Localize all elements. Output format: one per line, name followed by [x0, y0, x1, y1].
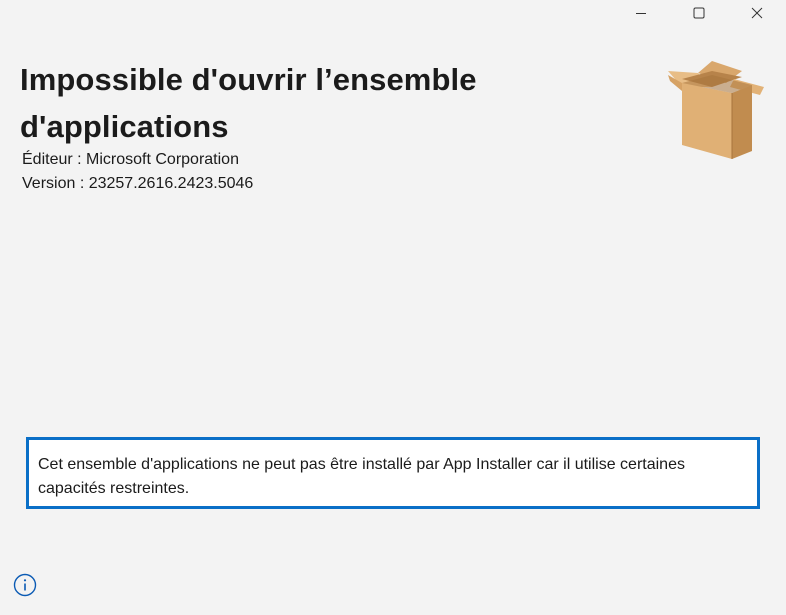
open-cardboard-box-icon [668, 61, 764, 159]
window-caption-controls [612, 0, 786, 26]
info-button[interactable] [12, 572, 38, 598]
app-installer-window: Impossible d'ouvrir l’ensemble d'applica… [0, 0, 786, 615]
page-title: Impossible d'ouvrir l’ensemble d'applica… [20, 62, 477, 144]
minimize-button[interactable] [612, 0, 670, 26]
error-message-text: Cet ensemble d'applications ne peut pas … [38, 456, 685, 497]
minimize-icon [636, 13, 646, 14]
publisher-label: Éditeur : Microsoft Corporation [22, 151, 239, 168]
maximize-icon [693, 7, 705, 19]
error-message-box: Cet ensemble d'applications ne peut pas … [26, 437, 760, 509]
version-label: Version : 23257.2616.2423.5046 [22, 175, 254, 192]
close-button[interactable] [728, 0, 786, 26]
info-icon [13, 573, 37, 597]
close-icon [751, 7, 763, 19]
maximize-button[interactable] [670, 0, 728, 26]
